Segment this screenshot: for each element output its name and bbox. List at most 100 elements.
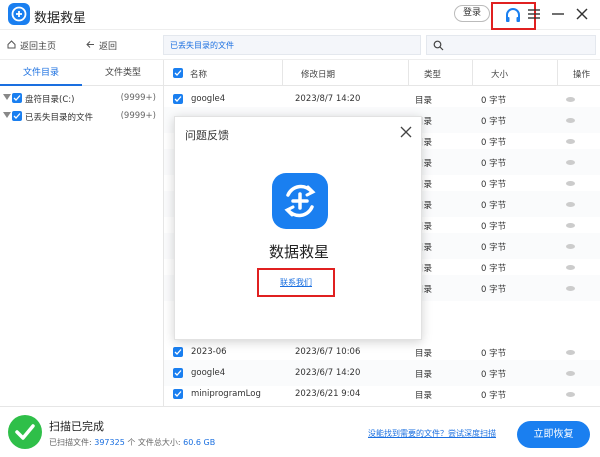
table-header: 名称 修改日期 类型 大小 操作 [164,60,600,86]
row-date: 2023/6/7 14:20 [295,368,361,378]
minimize-button[interactable] [548,4,568,24]
row-size: 0 字节 [481,285,507,295]
preview-eye-icon[interactable] [566,371,575,376]
checkmark-icon [13,95,21,101]
home-icon [7,40,16,52]
row-size: 0 字节 [481,349,507,359]
close-icon [576,8,588,20]
tab-file-type[interactable]: 文件类型 [82,60,164,86]
recover-now-button[interactable]: 立即恢复 [517,421,590,448]
tree-item-drive-c[interactable]: 盘符目录(C:) (9999+) [0,90,164,108]
preview-eye-icon[interactable] [566,118,575,123]
checkmark-icon [174,96,182,102]
select-all-checkbox[interactable] [173,68,183,78]
row-type: 目录 [415,96,433,106]
row-checkbox[interactable] [173,368,183,378]
total-size: 60.6 GB [183,438,216,447]
row-size: 0 字节 [481,222,507,232]
row-size: 0 字节 [481,391,507,401]
row-name: google4 [191,368,226,378]
row-type: 目录 [415,391,433,401]
menu-icon [528,9,540,19]
headset-icon [506,8,520,22]
preview-eye-icon[interactable] [566,97,575,102]
tree-item-count: (9999+) [120,111,156,121]
login-button[interactable]: 登录 [454,5,490,22]
column-divider [472,60,473,86]
table-row[interactable]: miniprogramLog 2023/6/21 9:04 目录 0 字节 [164,381,600,406]
scanned-label: 已扫描文件: [49,438,92,447]
preview-eye-icon[interactable] [566,392,575,397]
checkmark-icon [13,113,21,119]
feedback-dialog: 问题反馈 数据救星 联系我们 [174,116,422,340]
arrow-left-icon [86,40,95,52]
sidebar-tabs: 文件目录 文件类型 [0,60,164,86]
tab-file-directory[interactable]: 文件目录 [0,60,82,86]
expand-arrow-icon[interactable] [3,94,11,100]
path-breadcrumb: 已丢失目录的文件 [163,35,421,55]
row-size: 0 字节 [481,138,507,148]
row-checkbox[interactable] [173,94,183,104]
row-checkbox[interactable] [173,347,183,357]
back-link-label: 返回 [99,42,118,52]
row-size: 0 字节 [481,264,507,274]
status-footer: 扫描已完成 已扫描文件: 397325 个 文件总大小: 60.6 GB 没能找… [0,406,600,457]
row-type: 目录 [415,370,433,380]
preview-eye-icon[interactable] [566,350,575,355]
menu-button[interactable] [524,4,544,24]
preview-eye-icon[interactable] [566,244,575,249]
row-size: 0 字节 [481,370,507,380]
column-header-size[interactable]: 大小 [491,68,508,80]
home-link[interactable]: 返回主页 [7,39,56,52]
row-checkbox[interactable] [173,389,183,399]
checkbox[interactable] [12,111,22,121]
preview-eye-icon[interactable] [566,223,575,228]
preview-eye-icon[interactable] [566,181,575,186]
preview-eye-icon[interactable] [566,202,575,207]
row-name: miniprogramLog [191,389,261,399]
checkmark-icon [174,70,182,76]
preview-eye-icon[interactable] [566,286,575,291]
preview-eye-icon[interactable] [566,160,575,165]
checkmark-icon [174,349,182,355]
scan-summary: 已扫描文件: 397325 个 文件总大小: 60.6 GB [49,437,215,448]
close-button[interactable] [572,4,592,24]
dialog-title: 问题反馈 [185,129,229,142]
row-size: 0 字节 [481,243,507,253]
tree-item-lost-files[interactable]: 已丢失目录的文件 (9999+) [0,108,164,126]
tree-item-count: (9999+) [120,93,156,103]
column-divider [408,60,409,86]
check-circle-icon [8,415,42,449]
column-header-type[interactable]: 类型 [424,68,441,80]
row-size: 0 字节 [481,117,507,127]
sidebar: 文件目录 文件类型 盘符目录(C:) (9999+) 已丢失目录的文件 (999… [0,60,164,406]
app-title: 数据救星 [34,11,87,26]
close-icon [400,126,412,138]
contact-link-highlight: 联系我们 [257,268,335,297]
deep-scan-link[interactable]: 没能找到需要的文件？尝试深度扫描 [368,428,496,439]
row-date: 2023/6/21 9:04 [295,389,361,399]
app-logo-icon [272,173,328,229]
row-type: 目录 [415,349,433,359]
tree-item-label: 盘符目录(C:) [25,95,75,105]
row-date: 2023/8/7 14:20 [295,94,361,104]
dialog-close-button[interactable] [399,125,413,139]
title-bar: 数据救星 登录 [0,0,600,30]
row-size: 0 字节 [481,96,507,106]
column-header-modified[interactable]: 修改日期 [301,68,335,80]
back-link[interactable]: 返回 [86,39,117,52]
toolbar: 返回主页 返回 已丢失目录的文件 [0,30,600,60]
row-size: 0 字节 [481,201,507,211]
search-icon [433,40,444,51]
search-box[interactable] [426,35,596,55]
home-link-label: 返回主页 [20,42,57,52]
column-divider [557,60,558,86]
expand-arrow-icon[interactable] [3,112,11,118]
minimize-icon [552,13,564,15]
checkbox[interactable] [12,93,22,103]
column-header-name[interactable]: 名称 [190,68,207,80]
preview-eye-icon[interactable] [566,265,575,270]
search-input[interactable] [449,38,589,52]
preview-eye-icon[interactable] [566,139,575,144]
contact-us-link[interactable]: 联系我们 [259,277,333,288]
